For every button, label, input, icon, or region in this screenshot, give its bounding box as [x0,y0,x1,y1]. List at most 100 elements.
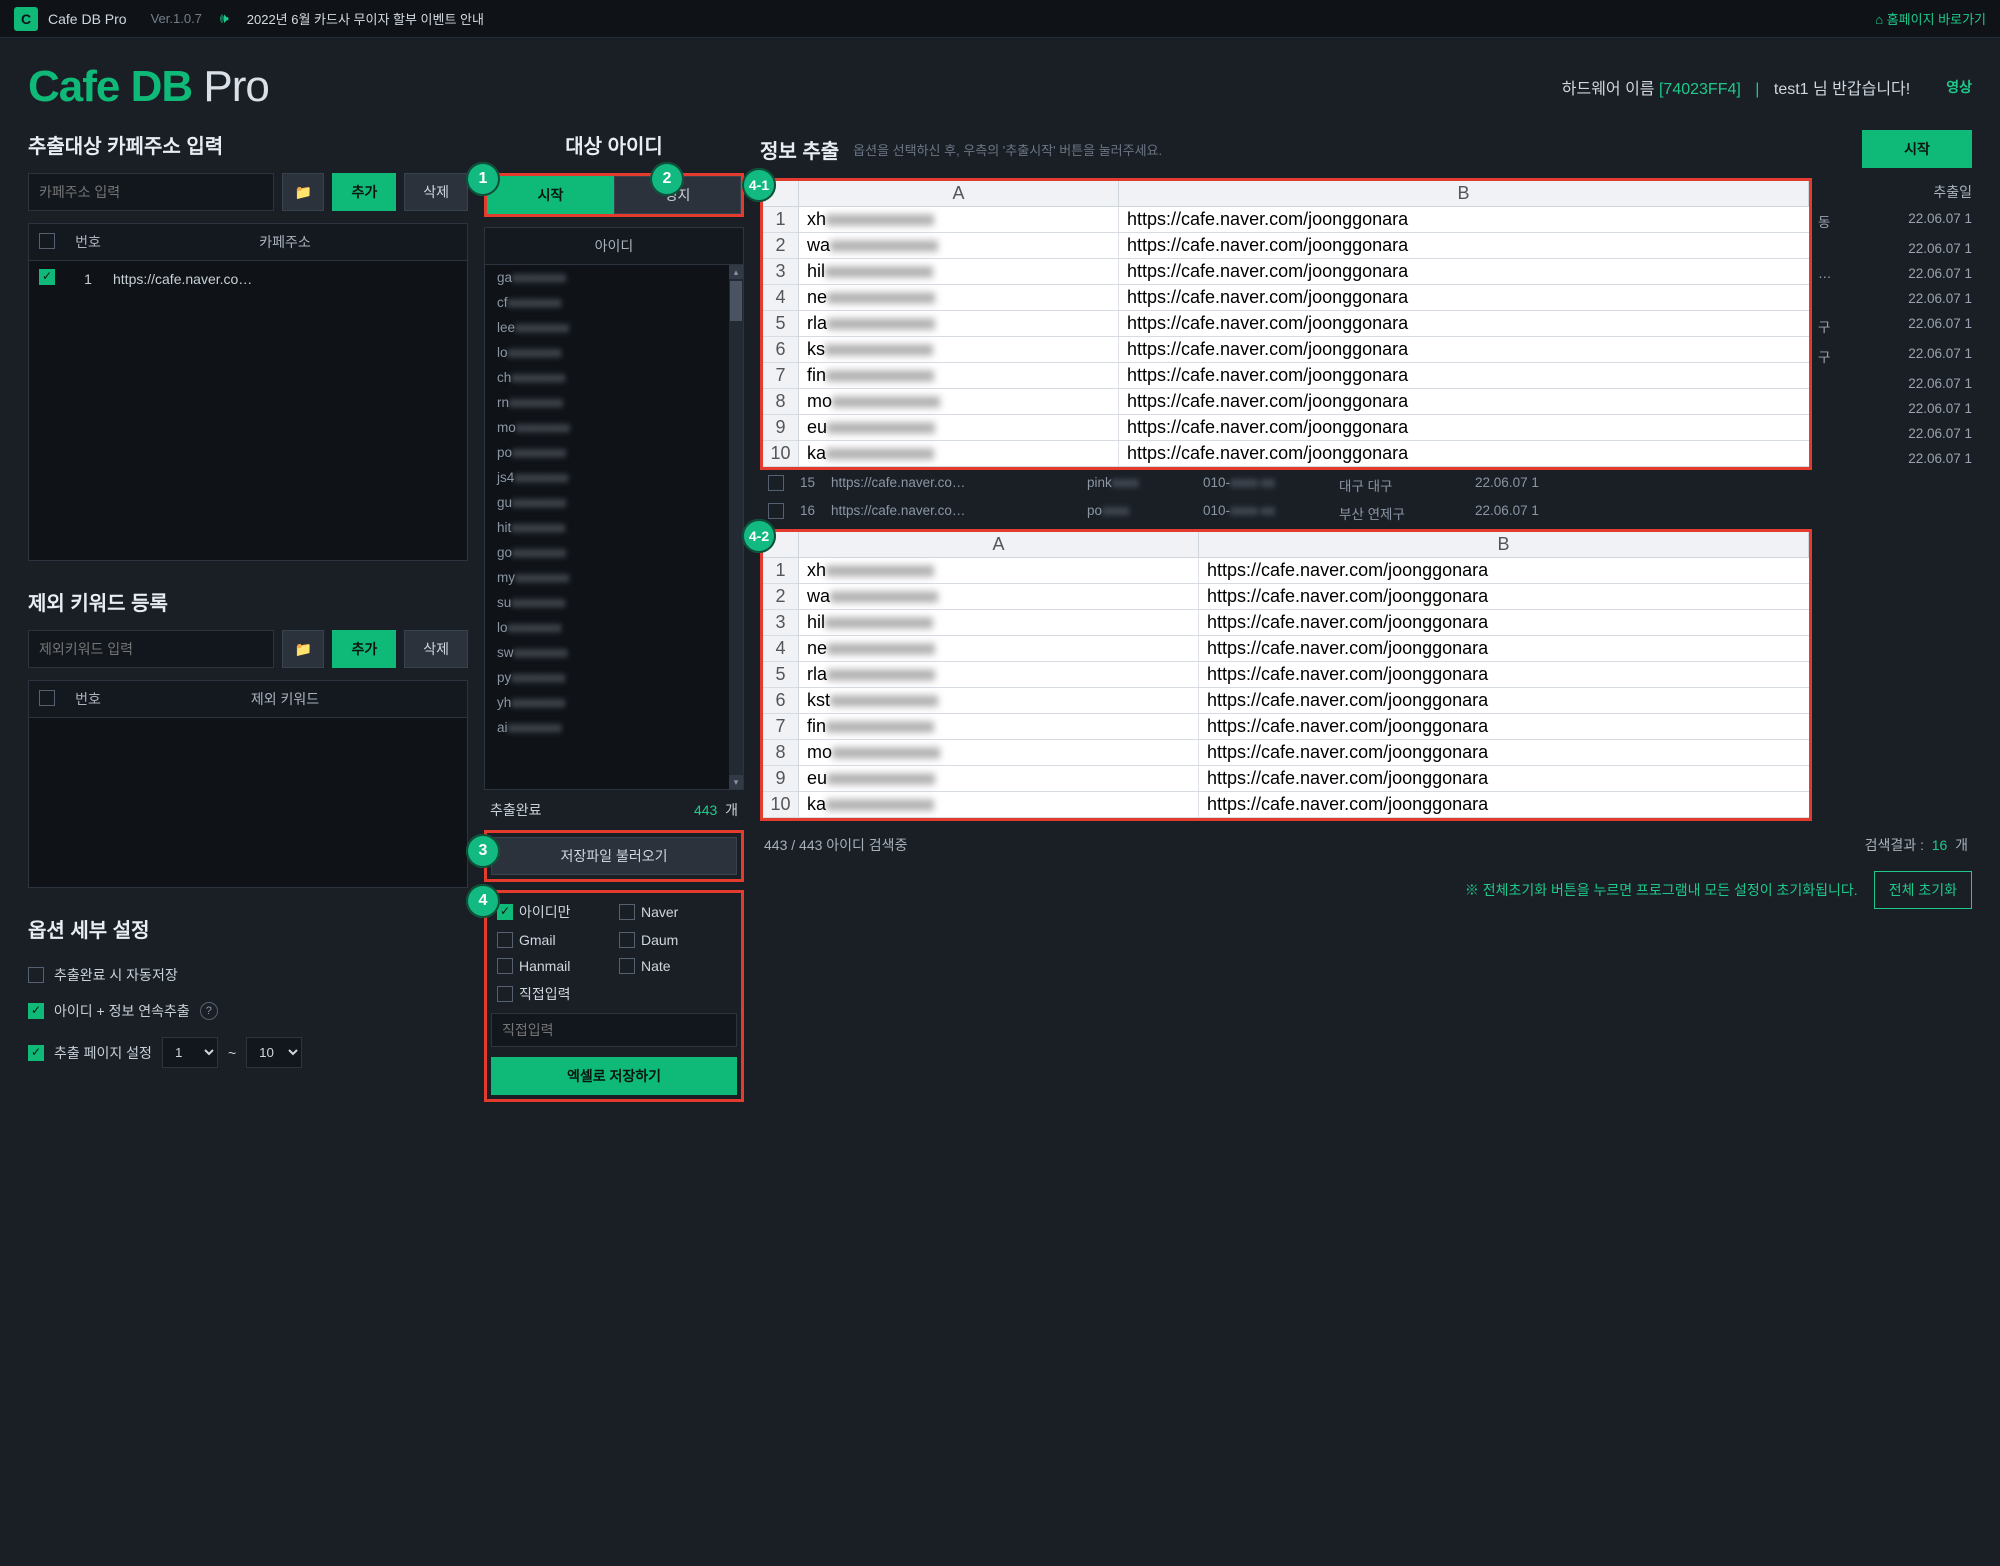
filter-direct-checkbox[interactable] [497,986,513,1002]
add-keyword-button[interactable]: 추가 [332,630,396,668]
logo-part1: Cafe DB [28,62,192,111]
page-setting-checkbox[interactable] [28,1045,44,1061]
video-link[interactable]: 영상 [1946,77,1972,97]
reset-all-button[interactable]: 전체 초기화 [1874,871,1972,909]
filter-hanmail-checkbox[interactable] [497,958,513,974]
id-list-item[interactable]: pyxxxxxxxx [485,665,743,690]
badge-4-2: 4-2 [742,519,776,553]
app-name: Cafe DB Pro [48,11,127,27]
id-list-item[interactable]: guxxxxxxxx [485,490,743,515]
id-list-item[interactable]: suxxxxxxxx [485,590,743,615]
delete-cafe-button[interactable]: 삭제 [404,173,468,211]
row-checkbox[interactable] [768,503,784,519]
start-extract-button[interactable]: 시작 [487,176,614,214]
filter-hanmail[interactable]: Hanmail [497,958,609,974]
hardware-info: 하드웨어 이름 [74023FF4] | test1 님 반갑습니다! [1562,75,1910,99]
id-list-item[interactable]: rnxxxxxxxx [485,390,743,415]
filter-daum-checkbox[interactable] [619,932,635,948]
excel-row: 2waxxxxxxxxxxxxhttps://cafe.naver.com/jo… [763,584,1809,610]
row-num: 16 [800,503,815,523]
row-checkbox[interactable] [768,475,784,491]
help-icon[interactable]: ? [200,1002,218,1020]
target-id-title: 대상 아이디 [484,130,744,159]
id-list-item[interactable]: gaxxxxxxxx [485,265,743,290]
page-to-select[interactable]: 10 [246,1037,302,1068]
add-cafe-button[interactable]: 추가 [332,173,396,211]
row-url: https://cafe.naver.co… [831,475,1071,495]
logo-part2: Pro [192,62,269,111]
col-number: 번호 [63,689,113,709]
status-row: 443 / 443 아이디 검색중 검색결과 : 16 개 [760,821,1972,865]
sound-icon[interactable]: 🕪 [220,10,229,27]
done-count: 443 [694,802,717,818]
header-row: Cafe DB Pro 하드웨어 이름 [74023FF4] | test1 님… [0,38,2000,122]
select-all-cafe-checkbox[interactable] [39,233,55,249]
cafe-row[interactable]: 1 https://cafe.naver.co… [29,261,467,296]
folder-icon[interactable]: 📁 [282,630,324,668]
filter-idonly-checkbox[interactable] [497,904,513,920]
page-from-select[interactable]: 1 [162,1037,218,1068]
badge-4-1: 4-1 [742,168,776,202]
chain-extract-checkbox[interactable] [28,1003,44,1019]
id-list-item[interactable]: poxxxxxxxx [485,440,743,465]
id-list-item[interactable]: loxxxxxxxx [485,615,743,640]
row-url: https://cafe.naver.co… [831,503,1071,523]
filter-idonly[interactable]: 아이디만 [497,902,609,922]
id-list-item[interactable]: js4xxxxxxxx [485,465,743,490]
filter-naver-checkbox[interactable] [619,904,635,920]
filter-direct[interactable]: 직접입력 [497,984,609,1004]
id-list-item[interactable]: aixxxxxxxx [485,715,743,740]
scrollbar-thumb[interactable] [730,281,742,321]
cafe-url-input[interactable] [28,173,274,211]
id-list-item[interactable]: leexxxxxxxx [485,315,743,340]
search-status: 443 / 443 아이디 검색중 [764,835,907,855]
filter-gmail[interactable]: Gmail [497,932,609,948]
filter-gmail-label: Gmail [519,932,556,948]
id-list-item[interactable]: cfxxxxxxxx [485,290,743,315]
topbar: C Cafe DB Pro Ver.1.0.7 🕪 2022년 6월 카드사 무… [0,0,2000,38]
info-start-button[interactable]: 시작 [1862,130,1972,168]
id-list-item[interactable]: yhxxxxxxxx [485,690,743,715]
id-list[interactable]: gaxxxxxxxxcfxxxxxxxxleexxxxxxxxloxxxxxxx… [484,265,744,790]
filter-nate[interactable]: Nate [619,958,731,974]
excel-preview-2: AB1xhxxxxxxxxxxxxhttps://cafe.naver.com/… [760,529,1812,821]
scroll-up-icon[interactable]: ▴ [729,265,743,279]
home-link[interactable]: ⌂ 홈페이지 바로가기 [1875,9,1986,28]
row-id: po [1087,503,1102,518]
save-excel-button[interactable]: 엑셀로 저장하기 [491,1057,737,1095]
side-results-1: 추출일 동22.06.07 122.06.07 1…22.06.07 122.0… [1812,178,1972,471]
load-file-button[interactable]: 저장파일 불러오기 [491,837,737,875]
id-list-item[interactable]: chxxxxxxxx [485,365,743,390]
autosave-label: 추출완료 시 자동저장 [54,965,178,985]
id-list-item[interactable]: hitxxxxxxxx [485,515,743,540]
id-list-item[interactable]: goxxxxxxxx [485,540,743,565]
cafe-row-checkbox[interactable] [39,269,55,285]
filter-gmail-checkbox[interactable] [497,932,513,948]
side-date-row: 22.06.07 1 [1818,421,1972,446]
filter-nate-checkbox[interactable] [619,958,635,974]
scrollbar[interactable]: ▴ ▾ [729,265,743,789]
excel-row: 3hilxxxxxxxxxxxxhttps://cafe.naver.com/j… [763,259,1809,285]
exclude-keyword-input[interactable] [28,630,274,668]
scroll-down-icon[interactable]: ▾ [729,775,743,789]
id-list-item[interactable]: myxxxxxxxx [485,565,743,590]
id-list-item[interactable]: moxxxxxxxx [485,415,743,440]
select-all-keyword-checkbox[interactable] [39,690,55,706]
folder-icon[interactable]: 📁 [282,173,324,211]
direct-input[interactable] [491,1013,737,1047]
excel-row: 1xhxxxxxxxxxxxxhttps://cafe.naver.com/jo… [763,558,1809,584]
autosave-checkbox[interactable] [28,967,44,983]
id-list-item[interactable]: loxxxxxxxx [485,340,743,365]
filter-naver[interactable]: Naver [619,902,731,922]
date-header: 추출일 [1818,178,1972,206]
keyword-list [28,718,468,888]
side-date-row: …22.06.07 1 [1818,261,1972,286]
row-loc: 대구 대구 [1339,475,1459,495]
id-list-item[interactable]: swxxxxxxxx [485,640,743,665]
result-row: 15 https://cafe.naver.co… pinkxxxx 010-x… [760,471,1972,499]
excel-row: 4nexxxxxxxxxxxxhttps://cafe.naver.com/jo… [763,636,1809,662]
cafe-list: 1 https://cafe.naver.co… [28,261,468,561]
footer-row: ※ 전체초기화 버튼을 누르면 프로그램내 모든 설정이 초기화됩니다. 전체 … [760,865,1972,909]
delete-keyword-button[interactable]: 삭제 [404,630,468,668]
filter-daum[interactable]: Daum [619,932,731,948]
